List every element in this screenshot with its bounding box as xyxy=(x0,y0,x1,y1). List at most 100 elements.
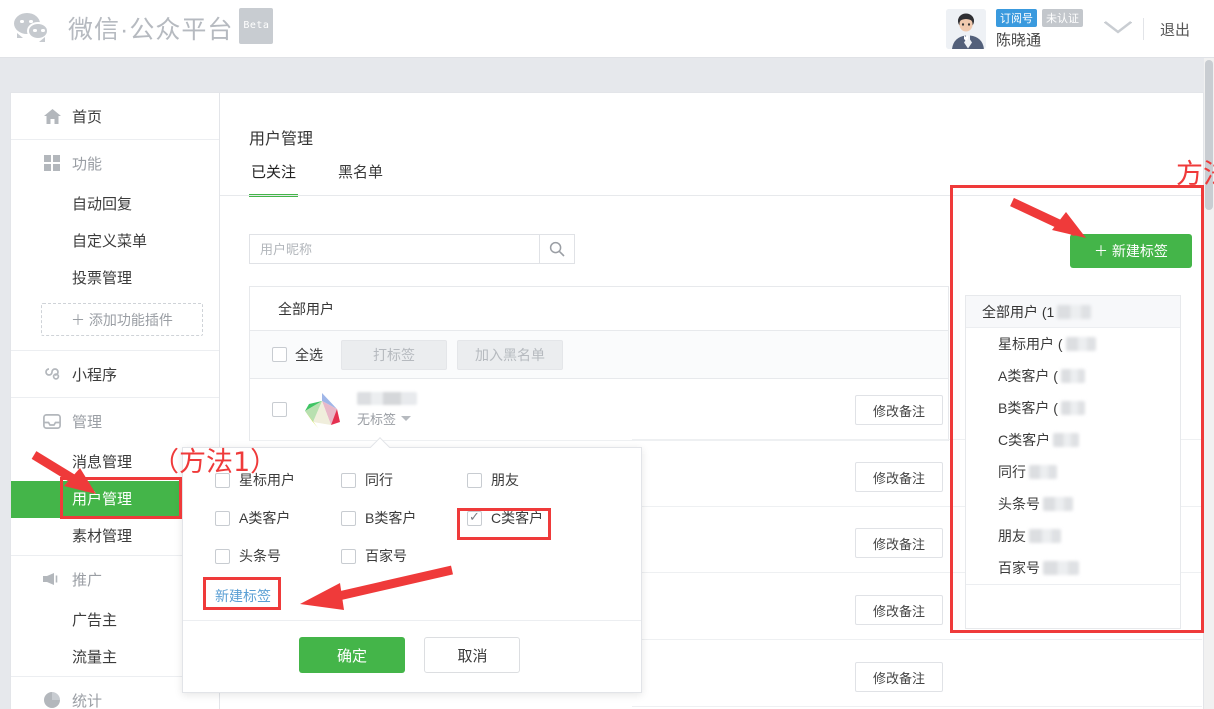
verify-status-badge: 未认证 xyxy=(1041,8,1083,27)
tag-option-c-customer[interactable]: C类客户 xyxy=(467,508,617,528)
tag-label: 同行 xyxy=(998,464,1026,480)
tag-checkbox[interactable] xyxy=(467,509,482,526)
sidebar-item-auto-reply[interactable]: 自动回复 xyxy=(11,186,219,223)
sidebar-label-function: 功能 xyxy=(72,155,103,173)
tag-checkbox[interactable] xyxy=(341,510,356,526)
row-tag-dropdown[interactable]: 无标签 xyxy=(357,409,417,428)
list-item[interactable]: 星标用户 ( xyxy=(966,328,1180,360)
count-redacted xyxy=(1043,561,1079,575)
select-all-label: 全选 xyxy=(295,346,323,363)
list-item[interactable]: B类客户 ( xyxy=(966,392,1180,424)
count-redacted xyxy=(1060,401,1085,415)
tag-option-toutiao[interactable]: 头条号 xyxy=(215,546,341,566)
tag-label: 星标用户 ( xyxy=(998,336,1063,352)
popover-body: 星标用户 同行 朋友 A类客户 B类客户 C类客户 头条号 百家号 新建标签 xyxy=(183,448,641,620)
list-item[interactable]: A类客户 ( xyxy=(966,360,1180,392)
select-all-checkbox[interactable] xyxy=(272,347,287,362)
tag-checkbox[interactable] xyxy=(341,548,356,564)
popover-new-tag-link[interactable]: 新建标签 xyxy=(215,586,271,606)
tag-option-peer[interactable]: 同行 xyxy=(341,470,467,490)
tag-option-friend[interactable]: 朋友 xyxy=(467,470,617,490)
tab-underline xyxy=(220,195,1204,196)
row-tag-label: 无标签 xyxy=(357,411,397,427)
sidebar-label-statistics: 统计 xyxy=(72,692,103,709)
sidebar-item-custom-menu[interactable]: 自定义菜单 xyxy=(11,223,219,260)
sidebar-item-miniprogram[interactable]: 小程序 xyxy=(11,351,219,397)
tag-label: B类客户 ( xyxy=(998,400,1058,416)
list-item[interactable]: C类客户 xyxy=(966,424,1180,456)
sidebar-label-management: 管理 xyxy=(72,413,103,431)
tag-list-all-label: 全部用户 (1 xyxy=(982,303,1055,320)
count-redacted xyxy=(1029,529,1061,543)
list-item[interactable]: 朋友 xyxy=(966,520,1180,552)
user-meta: 无标签 xyxy=(357,391,417,428)
tag-option-star-user[interactable]: 星标用户 xyxy=(215,470,341,490)
tag-option-label: C类客户 xyxy=(491,510,544,526)
edit-note-button[interactable]: 修改备注 xyxy=(855,595,943,625)
edit-note-button[interactable]: 修改备注 xyxy=(855,462,943,492)
tag-checkbox[interactable] xyxy=(215,548,230,564)
app-root: 微信·公众平台 Beta 订阅号 未认证 陈晓通 退出 首页 功能 自动回复 自… xyxy=(0,0,1214,709)
confirm-button[interactable]: 确定 xyxy=(299,637,405,673)
top-header: 微信·公众平台 Beta 订阅号 未认证 陈晓通 退出 xyxy=(0,0,1214,58)
sidebar-label-home: 首页 xyxy=(72,108,103,126)
tag-label: 头条号 xyxy=(998,496,1040,512)
search-button[interactable] xyxy=(539,234,575,264)
search-box xyxy=(249,234,575,264)
nav-group-miniprogram: 小程序 xyxy=(11,351,219,398)
tag-option-a-customer[interactable]: A类客户 xyxy=(215,508,341,528)
scrollbar-thumb[interactable] xyxy=(1205,60,1213,210)
tag-checkbox[interactable] xyxy=(215,472,230,488)
new-tag-button[interactable]: ＋ 新建标签 xyxy=(1070,234,1192,268)
tab-blacklist[interactable]: 黑名单 xyxy=(336,155,385,197)
search-icon xyxy=(549,241,565,257)
user-list-box: 全部用户 全选 打标签 加入黑名单 无标签 xyxy=(249,286,949,441)
logout-button[interactable]: 退出 xyxy=(1144,19,1204,40)
list-item[interactable]: 头条号 xyxy=(966,488,1180,520)
count-redacted xyxy=(1065,337,1096,351)
search-input[interactable] xyxy=(249,234,539,264)
brand-title: 微信·公众平台 Beta xyxy=(68,8,274,47)
edit-note-button[interactable]: 修改备注 xyxy=(855,662,943,692)
edit-note-button[interactable]: 修改备注 xyxy=(855,528,943,558)
list-item[interactable]: 同行 xyxy=(966,456,1180,488)
nav-group-function: 功能 自动回复 自定义菜单 投票管理 ＋ 添加功能插件 xyxy=(11,140,219,351)
row-checkbox[interactable] xyxy=(272,402,287,417)
sidebar-item-vote-management[interactable]: 投票管理 xyxy=(11,260,219,297)
list-item[interactable]: 百家号 xyxy=(966,552,1180,584)
sidebar-group-management: 管理 xyxy=(11,398,219,444)
sidebar-label-promotion: 推广 xyxy=(72,571,103,589)
mail-icon[interactable] xyxy=(1101,20,1135,38)
account-info: 订阅号 未认证 陈晓通 xyxy=(995,8,1083,50)
avatar[interactable] xyxy=(945,9,986,49)
home-icon xyxy=(43,108,61,124)
popover-footer: 确定 取消 xyxy=(183,620,641,692)
tag-checkbox[interactable] xyxy=(341,472,356,488)
vertical-scrollbar[interactable] xyxy=(1204,58,1214,709)
tag-option-label: B类客户 xyxy=(365,510,417,526)
sidebar-item-home[interactable]: 首页 xyxy=(11,93,219,139)
tag-option-baijia[interactable]: 百家号 xyxy=(341,546,467,566)
add-plugin-button[interactable]: ＋ 添加功能插件 xyxy=(41,303,203,336)
account-badges: 订阅号 未认证 xyxy=(995,8,1083,27)
tag-label: A类客户 ( xyxy=(998,368,1058,384)
tag-option-b-customer[interactable]: B类客户 xyxy=(341,508,467,528)
account-name: 陈晓通 xyxy=(995,31,1041,49)
grid-icon xyxy=(43,155,61,171)
tab-followed[interactable]: 已关注 xyxy=(249,155,299,197)
tag-list-footer xyxy=(966,584,1180,628)
tag-list-item-all-users[interactable]: 全部用户 (1 xyxy=(966,296,1180,328)
user-avatar xyxy=(301,389,343,431)
add-blacklist-button[interactable]: 加入黑名单 xyxy=(457,339,563,370)
tag-option-label: 头条号 xyxy=(239,548,281,564)
cancel-button[interactable]: 取消 xyxy=(424,637,521,673)
page-title: 用户管理 xyxy=(249,131,314,148)
chevron-down-icon xyxy=(401,415,412,421)
wechat-logo-icon xyxy=(14,11,56,45)
count-redacted xyxy=(1029,465,1057,479)
tag-checkbox[interactable] xyxy=(215,510,230,526)
sidebar-label-miniprogram: 小程序 xyxy=(72,366,118,384)
tag-checkbox[interactable] xyxy=(467,472,482,488)
edit-note-button[interactable]: 修改备注 xyxy=(855,395,943,425)
add-tag-button[interactable]: 打标签 xyxy=(341,339,447,370)
